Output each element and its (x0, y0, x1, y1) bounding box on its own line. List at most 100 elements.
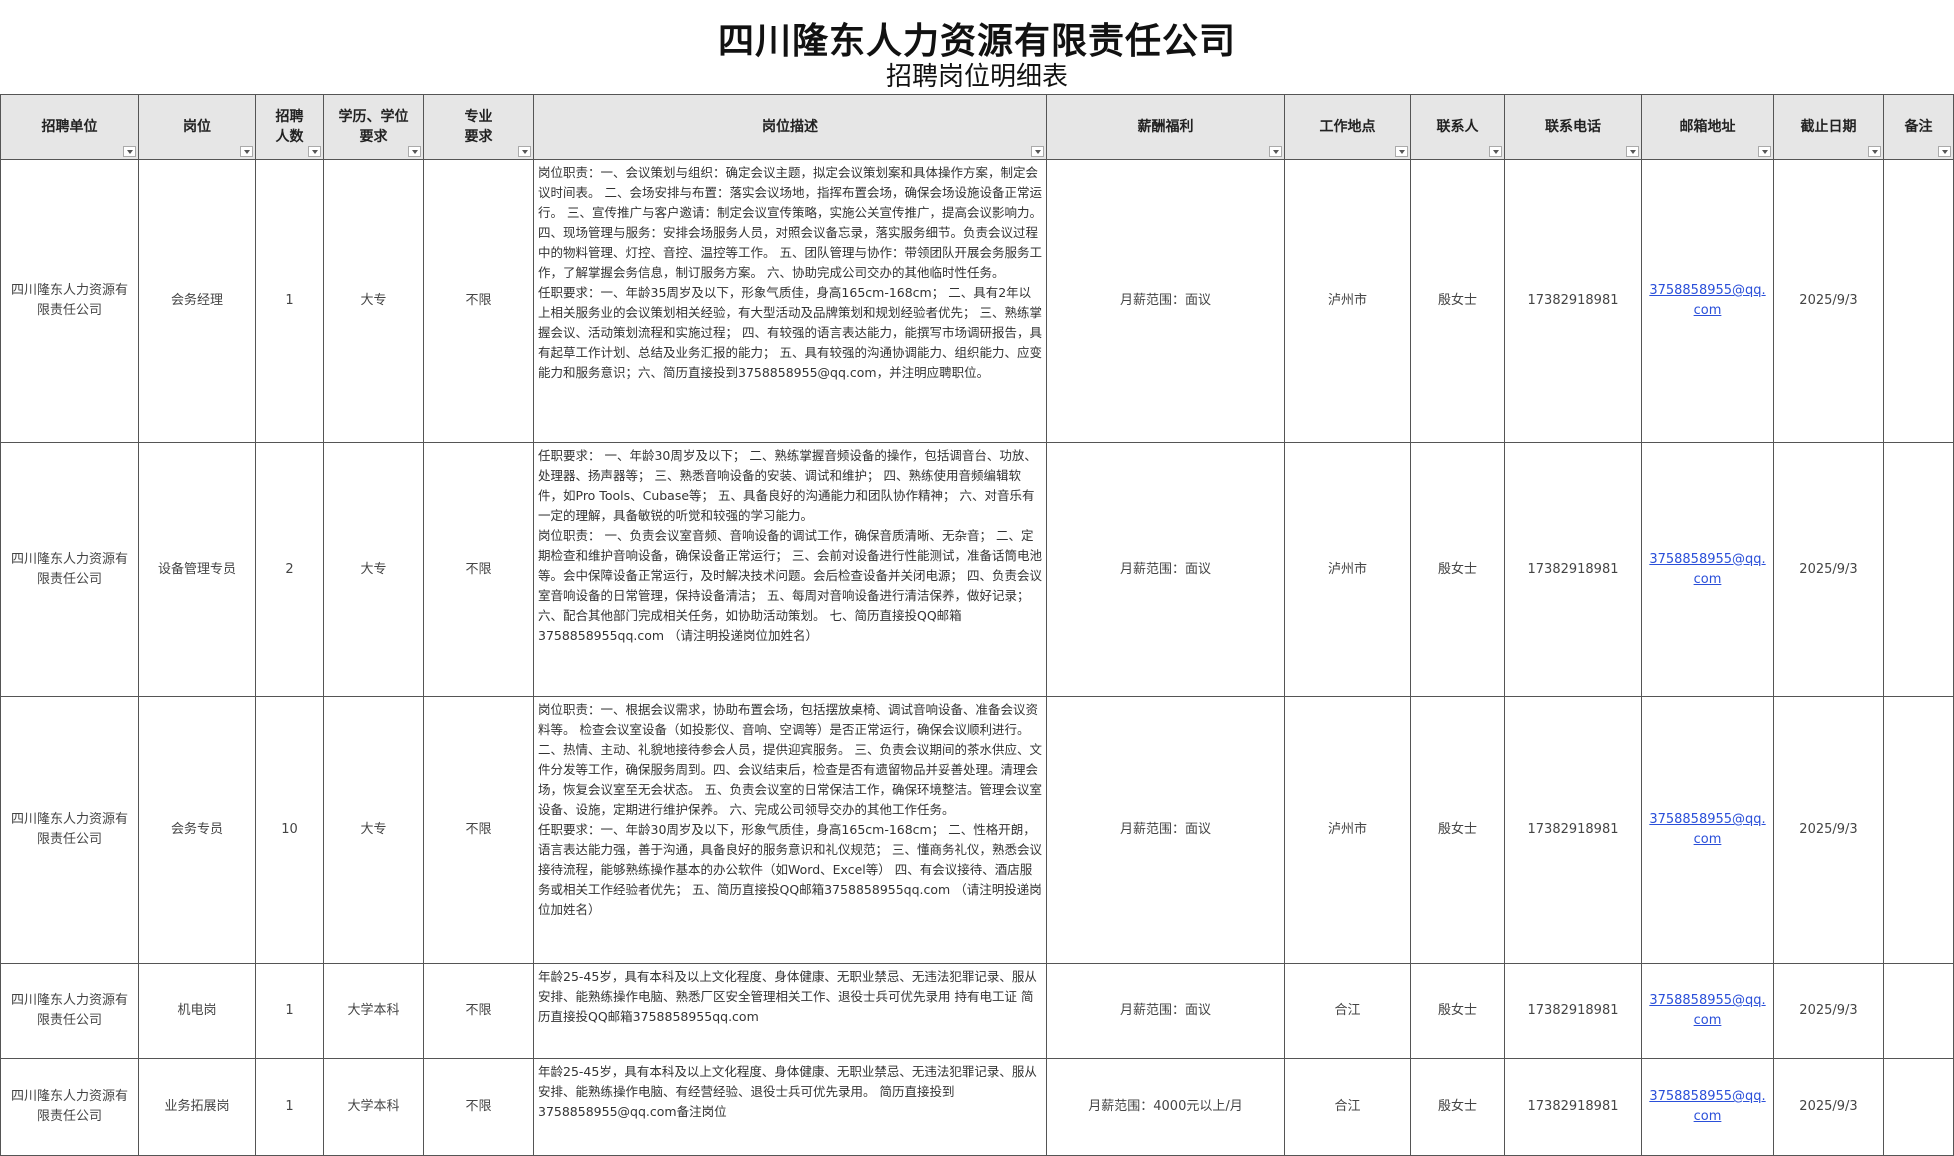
header-contact: 联系人 (1410, 94, 1505, 160)
header-description: 岗位描述 (533, 94, 1047, 160)
header-label: 备注 (1904, 119, 1933, 135)
filter-dropdown-icon[interactable] (518, 146, 531, 157)
cell-phone: 17382918981 (1504, 963, 1642, 1059)
cell-contact: 殷女士 (1410, 696, 1505, 964)
cell-education: 大专 (323, 696, 424, 964)
header-label: 邮箱地址 (1679, 119, 1736, 135)
cell-salary: 月薪范围：面议 (1046, 963, 1285, 1059)
cell-contact: 殷女士 (1410, 1058, 1505, 1156)
header-label: 截止日期 (1800, 119, 1857, 135)
cell-position: 机电岗 (138, 963, 256, 1059)
cell-education: 大学本科 (323, 963, 424, 1059)
cell-position: 设备管理专员 (138, 442, 256, 697)
cell-email[interactable]: 3758858955@qq.com (1641, 442, 1774, 697)
cell-location: 泸州市 (1284, 442, 1411, 697)
cell-location: 泸州市 (1284, 696, 1411, 964)
cell-deadline: 2025/9/3 (1773, 1058, 1884, 1156)
table-row: 四川隆东人力资源有限责任公司 设备管理专员 2 大专 不限 任职要求： 一、年龄30周岁及… (0, 442, 1954, 697)
cell-unit: 四川隆东人力资源有限责任公司 (0, 963, 139, 1059)
header-salary: 薪酬福利 (1046, 94, 1285, 160)
table-row: 四川隆东人力资源有限责任公司 业务拓展岗 1 大学本科 不限 年龄25-45岁，具有本科及… (0, 1058, 1954, 1156)
cell-email[interactable]: 3758858955@qq.com (1641, 159, 1774, 443)
header-unit: 招聘单位 (0, 94, 139, 160)
description-paragraph: 岗位职责：一、会议策划与组织：确定会议主题，拟定会议策划案和具体操作方案，制定会… (538, 165, 1042, 280)
cell-description: 年龄25-45岁，具有本科及以上文化程度、身体健康、无职业禁忌、无违法犯罪记录、… (533, 963, 1047, 1059)
cell-unit: 四川隆东人力资源有限责任公司 (0, 696, 139, 964)
filter-dropdown-icon[interactable] (1938, 146, 1951, 157)
header-label: 岗位 (183, 119, 211, 135)
cell-count: 2 (255, 442, 324, 697)
cell-description: 岗位职责：一、会议策划与组织：确定会议主题，拟定会议策划案和具体操作方案，制定会… (533, 159, 1047, 443)
description-paragraph: 年龄25-45岁，具有本科及以上文化程度、身体健康、无职业禁忌、无违法犯罪记录、… (538, 969, 1037, 1024)
description-paragraph: 任职要求：一、年龄35周岁及以下，形象气质佳，身高165cm-168cm； 二、… (538, 285, 1042, 380)
cell-education: 大专 (323, 442, 424, 697)
header-label: 招聘单位 (41, 119, 98, 135)
email-link[interactable]: 3758858955@qq.com (1649, 552, 1765, 587)
filter-dropdown-icon[interactable] (240, 146, 253, 157)
cell-email[interactable]: 3758858955@qq.com (1641, 963, 1774, 1059)
cell-deadline: 2025/9/3 (1773, 696, 1884, 964)
page-subtitle: 招聘岗位明细表 (885, 62, 1068, 92)
email-link[interactable]: 3758858955@qq.com (1649, 283, 1765, 318)
header-label: 学历、学位 要求 (338, 109, 409, 145)
filter-dropdown-icon[interactable] (1758, 146, 1771, 157)
cell-salary: 月薪范围：4000元以上/月 (1046, 1058, 1285, 1156)
email-link[interactable]: 3758858955@qq.com (1649, 812, 1765, 847)
description-paragraph: 任职要求：一、年龄30周岁及以下，形象气质佳，身高165cm-168cm； 二、… (538, 822, 1042, 917)
cell-unit: 四川隆东人力资源有限责任公司 (0, 1058, 139, 1156)
cell-salary: 月薪范围：面议 (1046, 696, 1285, 964)
email-link[interactable]: 3758858955@qq.com (1649, 1089, 1765, 1124)
cell-major: 不限 (423, 1058, 534, 1156)
header-education: 学历、学位 要求 (323, 94, 424, 160)
cell-contact: 殷女士 (1410, 442, 1505, 697)
filter-dropdown-icon[interactable] (1626, 146, 1639, 157)
cell-deadline: 2025/9/3 (1773, 442, 1884, 697)
header-count: 招聘 人数 (255, 94, 324, 160)
description-paragraph: 岗位职责： 一、负责会议室音频、音响设备的调试工作，确保音质清晰、无杂音； 二、… (538, 528, 1042, 643)
header-deadline: 截止日期 (1773, 94, 1884, 160)
cell-position: 会务经理 (138, 159, 256, 443)
cell-salary: 月薪范围：面议 (1046, 442, 1285, 697)
email-link[interactable]: 3758858955@qq.com (1649, 993, 1765, 1028)
header-label: 薪酬福利 (1137, 119, 1194, 135)
cell-deadline: 2025/9/3 (1773, 963, 1884, 1059)
cell-note (1883, 1058, 1954, 1156)
cell-position: 业务拓展岗 (138, 1058, 256, 1156)
cell-major: 不限 (423, 442, 534, 697)
cell-count: 1 (255, 1058, 324, 1156)
cell-description: 任职要求： 一、年龄30周岁及以下； 二、熟练掌握音频设备的操作，包括调音台、功… (533, 442, 1047, 697)
cell-major: 不限 (423, 963, 534, 1059)
table-row: 四川隆东人力资源有限责任公司 会务专员 10 大专 不限 岗位职责：一、根据会议需求，协助… (0, 696, 1954, 964)
filter-dropdown-icon[interactable] (408, 146, 421, 157)
cell-description: 岗位职责：一、根据会议需求，协助布置会场，包括摆放桌椅、调试音响设备、准备会议资… (533, 696, 1047, 964)
cell-unit: 四川隆东人力资源有限责任公司 (0, 442, 139, 697)
filter-dropdown-icon[interactable] (308, 146, 321, 157)
cell-note (1883, 442, 1954, 697)
filter-dropdown-icon[interactable] (1489, 146, 1502, 157)
filter-dropdown-icon[interactable] (1031, 146, 1044, 157)
description-paragraph: 岗位职责：一、根据会议需求，协助布置会场，包括摆放桌椅、调试音响设备、准备会议资… (538, 702, 1042, 817)
filter-dropdown-icon[interactable] (1269, 146, 1282, 157)
cell-position: 会务专员 (138, 696, 256, 964)
filter-dropdown-icon[interactable] (1395, 146, 1408, 157)
sheet-titles: 四川隆东人力资源有限责任公司 招聘岗位明细表 (0, 0, 1954, 94)
header-note: 备注 (1883, 94, 1954, 160)
table-body: 四川隆东人力资源有限责任公司 会务经理 1 大专 不限 岗位职责：一、会议策划与组织：确定… (0, 159, 1954, 1156)
filter-dropdown-icon[interactable] (123, 146, 136, 157)
header-label: 工作地点 (1319, 119, 1376, 135)
header-label: 岗位描述 (762, 119, 818, 135)
cell-contact: 殷女士 (1410, 159, 1505, 443)
header-row: 招聘单位 岗位 招聘 人数 学历、学位 要求 专业 要求 岗位描述 薪酬福利 工作地点 联系人 联系电话… (0, 94, 1954, 160)
cell-count: 1 (255, 159, 324, 443)
header-major: 专业 要求 (423, 94, 534, 160)
cell-description: 年龄25-45岁，具有本科及以上文化程度、身体健康、无职业禁忌、无违法犯罪记录、… (533, 1058, 1047, 1156)
cell-email[interactable]: 3758858955@qq.com (1641, 696, 1774, 964)
cell-phone: 17382918981 (1504, 159, 1642, 443)
cell-education: 大专 (323, 159, 424, 443)
filter-dropdown-icon[interactable] (1868, 146, 1881, 157)
cell-note (1883, 159, 1954, 443)
cell-email[interactable]: 3758858955@qq.com (1641, 1058, 1774, 1156)
header-label: 联系人 (1436, 119, 1479, 135)
cell-location: 泸州市 (1284, 159, 1411, 443)
cell-phone: 17382918981 (1504, 1058, 1642, 1156)
